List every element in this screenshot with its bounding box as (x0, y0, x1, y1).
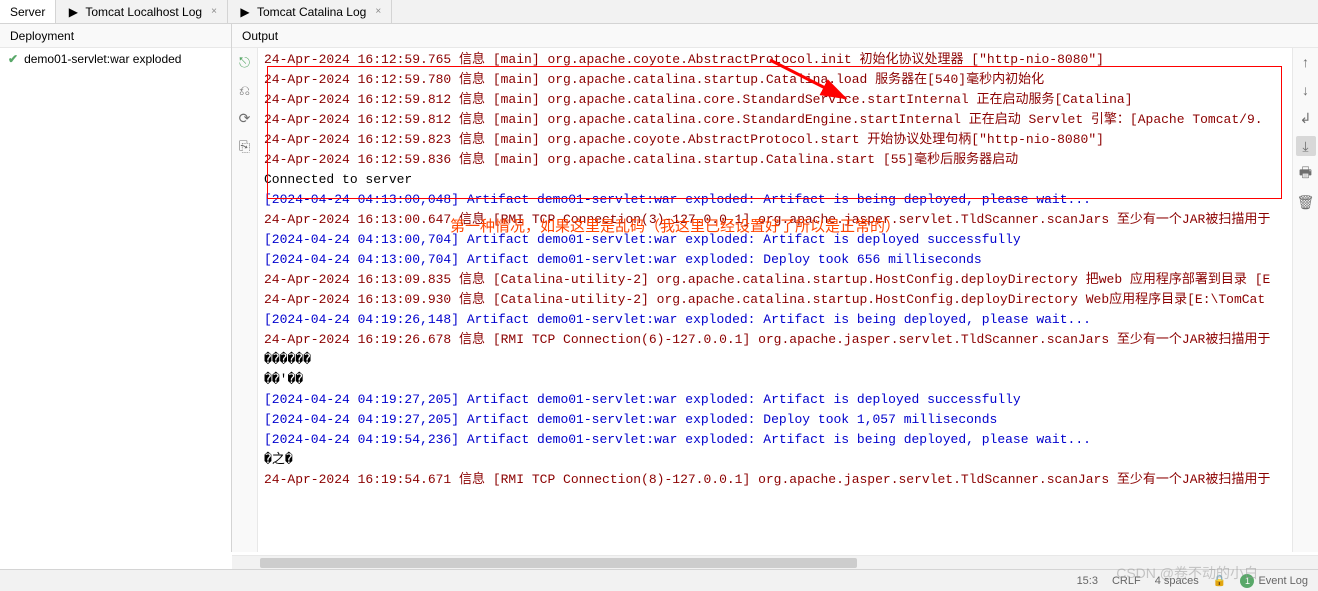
log-line: [2024-04-24 04:13:00,704] Artifact demo0… (264, 250, 1286, 270)
clear-button[interactable]: 🗑 (1296, 192, 1316, 212)
log-line: [2024-04-24 04:19:54,236] Artifact demo0… (264, 430, 1286, 450)
left-toolbar: ⎋ ⎌ ⟳ ⎘ (232, 48, 258, 552)
log-line: 24-Apr-2024 16:19:54.671 信息 [RMI TCP Con… (264, 470, 1286, 490)
log-line: 24-Apr-2024 16:13:09.930 信息 [Catalina-ut… (264, 290, 1286, 310)
cursor-position[interactable]: 15:3 (1077, 575, 1098, 587)
log-line: 24-Apr-2024 16:13:09.835 信息 [Catalina-ut… (264, 270, 1286, 290)
output-header: Output (232, 24, 1318, 48)
tab-localhost-log[interactable]: ▶ Tomcat Localhost Log × (56, 0, 228, 23)
undeploy-button[interactable]: ⎌ (235, 80, 255, 100)
tab-server[interactable]: Server (0, 0, 56, 23)
close-icon[interactable]: × (211, 6, 217, 17)
log-line: ������ (264, 350, 1286, 370)
print-button[interactable]: 🖶 (1296, 164, 1316, 184)
close-icon[interactable]: × (375, 6, 381, 17)
annotation-arrow (760, 50, 860, 110)
log-line: 24-Apr-2024 16:19:26.678 信息 [RMI TCP Con… (264, 330, 1286, 350)
scroll-end-button[interactable]: ⤓ (1296, 136, 1316, 156)
scroll-up-button[interactable]: ↑ (1296, 52, 1316, 72)
tabs-bar: Server ▶ Tomcat Localhost Log × ▶ Tomcat… (0, 0, 1318, 24)
log-line: �之� (264, 450, 1286, 470)
tab-label: Server (10, 5, 45, 19)
deployment-panel: Deployment ✔ demo01-servlet:war exploded (0, 24, 232, 552)
tab-catalina-log[interactable]: ▶ Tomcat Catalina Log × (228, 0, 392, 23)
scroll-down-button[interactable]: ↓ (1296, 80, 1316, 100)
deployment-header: Deployment (0, 24, 231, 48)
artifact-name: demo01-servlet:war exploded (24, 52, 181, 66)
deploy-add-button[interactable]: ⎋ (235, 52, 255, 72)
event-log-label: Event Log (1258, 575, 1308, 587)
log-line: [2024-04-24 04:19:27,205] Artifact demo0… (264, 390, 1286, 410)
annotation-text: 第一种情况，如果这里是乱码（我这里已经设置好了所以是正常的） (450, 215, 900, 236)
watermark: CSDN @卷不动的小白 (1116, 563, 1258, 583)
log-icon: ▶ (66, 5, 80, 19)
log-line: ��'�� (264, 370, 1286, 390)
log-line: [2024-04-24 04:19:27,205] Artifact demo0… (264, 410, 1286, 430)
tab-label: Tomcat Localhost Log (85, 5, 202, 19)
log-line: [2024-04-24 04:19:26,148] Artifact demo0… (264, 310, 1286, 330)
soft-wrap-button[interactable]: ↲ (1296, 108, 1316, 128)
tab-label: Tomcat Catalina Log (257, 5, 366, 19)
log-icon: ▶ (238, 5, 252, 19)
right-toolbar: ↑ ↓ ↲ ⤓ 🖶 🗑 (1292, 48, 1318, 552)
browser-button[interactable]: ⎘ (235, 136, 255, 156)
scrollbar-thumb[interactable] (260, 558, 857, 568)
deployment-item[interactable]: ✔ demo01-servlet:war exploded (0, 48, 231, 70)
check-icon: ✔ (8, 52, 18, 66)
refresh-button[interactable]: ⟳ (235, 108, 255, 128)
